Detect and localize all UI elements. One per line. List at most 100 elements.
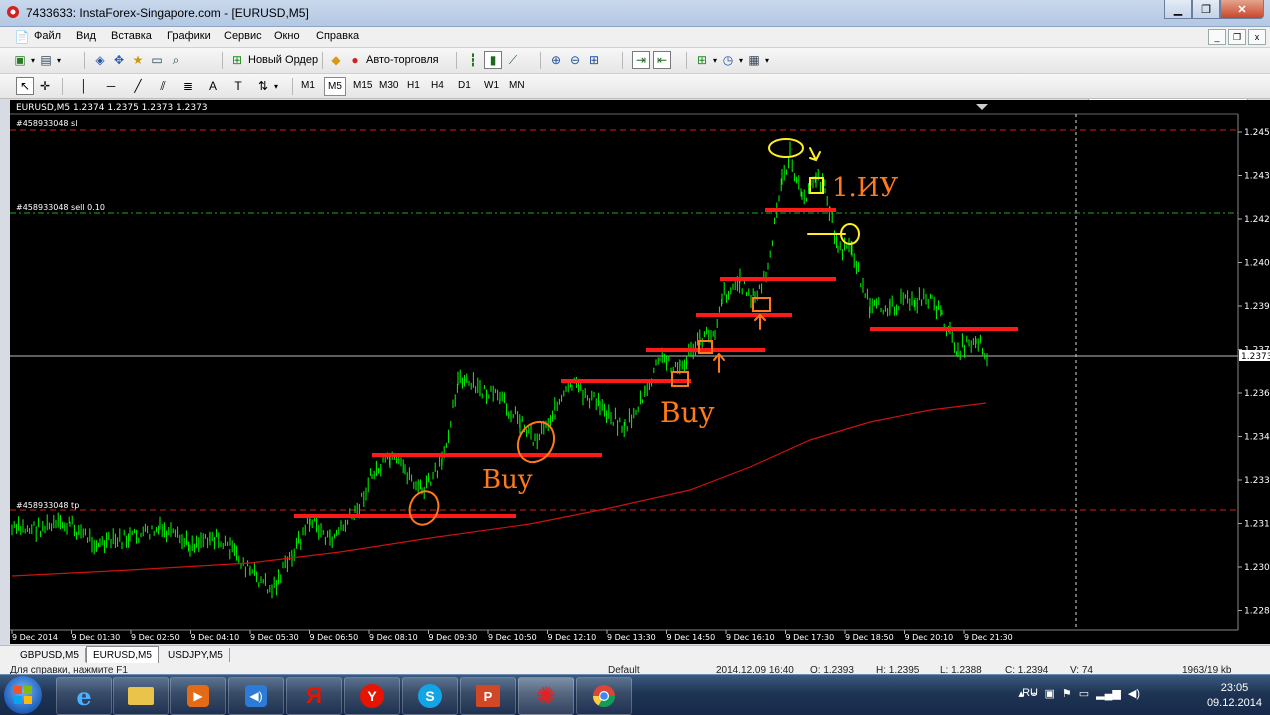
tf-d1[interactable]: D1	[455, 77, 474, 94]
channel-icon[interactable]: ⫽	[155, 78, 171, 94]
tile-windows-icon[interactable]: ⊞	[586, 52, 602, 68]
tf-mn[interactable]: MN	[506, 77, 528, 94]
instaforex-icon: ✺	[535, 682, 557, 710]
data-window-icon[interactable]: ✥	[111, 52, 127, 68]
annotations: Buy Buy 1.ИУ	[408, 138, 898, 526]
minimize-button[interactable]: ▁	[1164, 0, 1192, 19]
new-chart-icon[interactable]: ▣	[12, 52, 28, 68]
tray-expand-icon[interactable]: ▴	[1018, 687, 1024, 700]
arrows-icon[interactable]: ⇅	[255, 78, 271, 94]
line-chart-icon[interactable]: ⟋	[505, 52, 521, 68]
zoom-out-icon[interactable]: ⊖	[567, 52, 583, 68]
doc-icon: 📄	[14, 30, 30, 44]
taskbar-powerpoint[interactable]: P	[460, 677, 516, 715]
buy-square-3	[752, 297, 771, 312]
taskbar-yandex[interactable]: Я	[286, 677, 342, 715]
horizontal-line-icon[interactable]: ─	[103, 78, 119, 94]
strategy-tester-icon[interactable]: ⌕	[168, 52, 184, 68]
tf-h1[interactable]: H1	[404, 77, 423, 94]
trendline-icon[interactable]: ╱	[130, 78, 146, 94]
tab-usdjpy[interactable]: USDJPY,M5	[162, 648, 230, 662]
tray-signal-icon[interactable]: ▂▄▆	[1096, 687, 1121, 700]
market-watch-icon[interactable]: ◈	[92, 52, 108, 68]
time-tick-label: 9 Dec 12:10	[548, 633, 597, 642]
cursor-icon[interactable]: ↖	[16, 77, 34, 95]
zoom-in-icon[interactable]: ⊕	[548, 52, 564, 68]
tf-m15[interactable]: M15	[350, 77, 375, 94]
tf-m1[interactable]: M1	[298, 77, 318, 94]
clock[interactable]: 23:05 09.12.2014	[1207, 681, 1262, 711]
tf-w1[interactable]: W1	[481, 77, 502, 94]
indicators-icon[interactable]: ⊞	[694, 52, 710, 68]
up-arrow-1-icon	[713, 352, 725, 373]
tf-m5[interactable]: M5	[324, 77, 346, 96]
taskbar-mt4[interactable]: ✺	[518, 677, 574, 715]
clock-time: 23:05	[1220, 682, 1249, 694]
menu-window[interactable]: Окно	[274, 30, 300, 42]
text-icon[interactable]: A	[205, 78, 221, 94]
price-tick-label: 1.2315	[1244, 520, 1270, 530]
tab-gbpusd[interactable]: GBPUSD,M5	[14, 648, 86, 662]
price-tick-label: 1.2300	[1244, 563, 1270, 573]
time-tick-label: 9 Dec 04:10	[191, 633, 240, 642]
candlestick-icon[interactable]: ▮	[484, 51, 502, 69]
taskbar-ie[interactable]: e	[56, 677, 112, 715]
time-tick-label: 9 Dec 10:50	[488, 633, 537, 642]
mdi-close-button[interactable]: x	[1248, 29, 1266, 45]
sell-label: #458933048 sell 0.10	[16, 203, 105, 212]
menu-charts[interactable]: Графики	[167, 30, 211, 42]
chart-shift-icon[interactable]: ⇤	[653, 51, 671, 69]
taskbar-chrome[interactable]	[576, 677, 632, 715]
start-button[interactable]	[4, 676, 42, 714]
price-chart[interactable]: EURUSD,M5 1.2374 1.2375 1.2373 1.2373 #4…	[10, 100, 1270, 644]
taskbar-volume[interactable]: ◀)	[228, 677, 284, 715]
taskbar-yandex-browser[interactable]: Y	[344, 677, 400, 715]
tf-m30[interactable]: M30	[376, 77, 401, 94]
taskbar-skype[interactable]: S	[402, 677, 458, 715]
window-title: 7433633: InstaForex-Singapore.com - [EUR…	[26, 6, 309, 20]
price-bars	[11, 141, 988, 599]
taskbar-media[interactable]: ▶	[170, 677, 226, 715]
time-tick-label: 9 Dec 06:50	[310, 633, 359, 642]
new-order-button[interactable]: Новый Ордер	[248, 54, 318, 66]
autoscroll-icon[interactable]: ⇥	[632, 51, 650, 69]
time-tick-label: 9 Dec 08:10	[369, 633, 418, 642]
auto-trading-button[interactable]: Авто-торговля	[366, 54, 439, 66]
periods-icon[interactable]: ◷	[720, 52, 736, 68]
close-button[interactable]: ✕	[1220, 0, 1264, 19]
menu-bar: 📄 Файл Вид Вставка Графики Сервис Окно С…	[0, 27, 1270, 48]
menu-file[interactable]: Файл	[34, 30, 61, 42]
tray-battery-icon[interactable]: ▭	[1079, 687, 1089, 700]
templates-icon[interactable]: ▦	[746, 52, 762, 68]
mdi-minimize-button[interactable]: _	[1208, 29, 1226, 45]
metaeditor-icon[interactable]: ◆	[328, 52, 344, 68]
fibonacci-icon[interactable]: ≣	[180, 78, 196, 94]
menu-tools[interactable]: Сервис	[224, 30, 262, 42]
profiles-icon[interactable]: ▤	[38, 52, 54, 68]
tf-h4[interactable]: H4	[428, 77, 447, 94]
powerpoint-icon: P	[476, 685, 500, 707]
menu-help[interactable]: Справка	[316, 30, 359, 42]
navigator-icon[interactable]: ★	[130, 52, 146, 68]
time-axis: 9 Dec 2014 9 Dec 01:30 9 Dec 02:50 9 Dec 04…	[11, 630, 1013, 642]
crosshair-icon[interactable]: ✛	[37, 78, 53, 94]
tray-volume-icon[interactable]: ◀)	[1128, 687, 1140, 700]
menu-insert[interactable]: Вставка	[111, 30, 152, 42]
time-tick-label: 9 Dec 02:50	[131, 633, 180, 642]
time-tick-label: 9 Dec 17:30	[786, 633, 835, 642]
chart-window[interactable]: EURUSD,M5 1.2374 1.2375 1.2373 1.2373 #4…	[10, 100, 1270, 644]
bar-chart-icon[interactable]: ┇	[465, 52, 481, 68]
terminal-icon[interactable]: ▭	[149, 52, 165, 68]
mdi-restore-button[interactable]: ❐	[1228, 29, 1246, 45]
buy-circle-2	[516, 420, 556, 464]
tray-flag-icon[interactable]: ⚑	[1062, 687, 1072, 700]
tray-app-icon[interactable]: ▣	[1044, 687, 1054, 700]
tray-network-icon[interactable]: ⌁	[1031, 687, 1038, 700]
menu-view[interactable]: Вид	[76, 30, 96, 42]
system-tray: ▴ ⌁ ▣ ⚑ ▭ ▂▄▆ ◀)	[1018, 687, 1140, 700]
maximize-button[interactable]: ❐	[1192, 0, 1220, 19]
vertical-line-icon[interactable]: │	[76, 78, 92, 94]
label-icon[interactable]: T	[230, 78, 246, 94]
tab-eurusd[interactable]: EURUSD,M5	[86, 646, 159, 663]
taskbar-explorer[interactable]	[113, 677, 169, 715]
